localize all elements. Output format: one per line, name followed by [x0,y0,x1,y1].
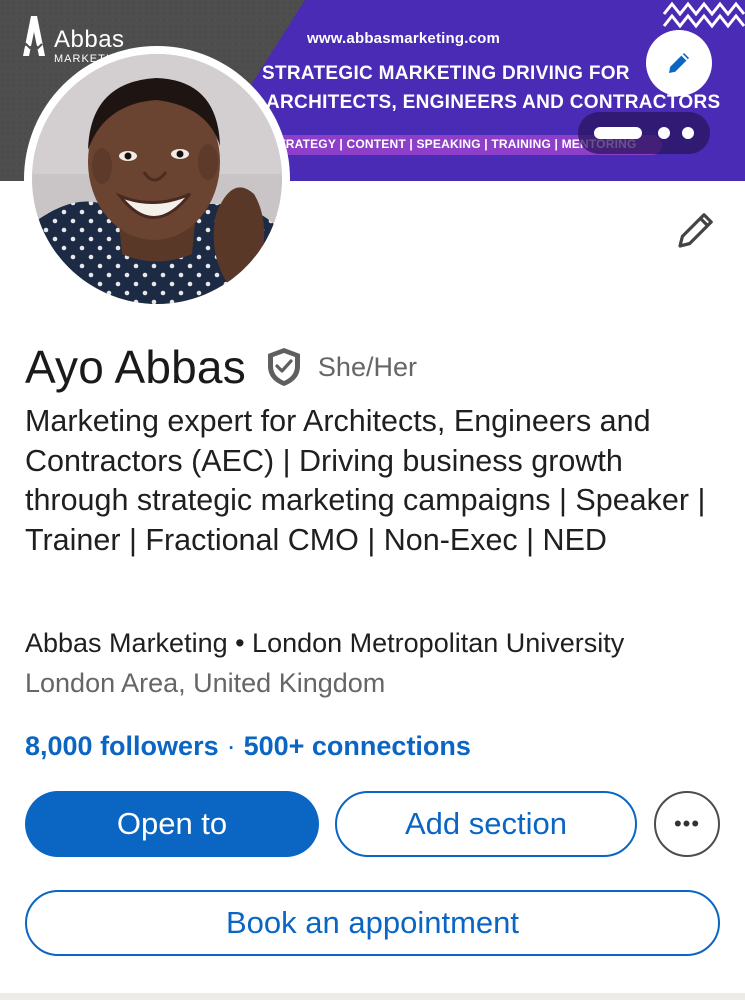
carousel-dot-active[interactable] [594,127,642,139]
banner-url: www.abbasmarketing.com [307,30,501,47]
add-section-button[interactable]: Add section [335,791,637,857]
network-stats: 8,000 followers · 500+ connections [25,731,471,762]
name-row: Ayo Abbas She/Her [25,340,417,394]
carousel-dot[interactable] [682,127,694,139]
edit-intro-pencil-icon[interactable] [672,206,720,254]
profile-photo[interactable] [24,46,290,312]
banner-carousel-indicator[interactable] [578,112,710,154]
more-icon: ••• [673,811,701,836]
profile-location: London Area, United Kingdom [25,668,386,698]
verified-shield-icon[interactable] [264,346,304,388]
banner-headline-1: STRATEGIC MARKETING DRIVING FOR [262,63,630,84]
banner-headline-2: ARCHITECTS, ENGINEERS AND CONTRACTORS [266,92,721,113]
pencil-icon [669,53,689,73]
open-to-button[interactable]: Open to [25,791,319,857]
more-options-button[interactable]: ••• [654,791,720,857]
logo-mark-icon [21,16,45,56]
profile-headline: Marketing expert for Architects, Enginee… [25,404,706,557]
stats-separator: · [226,731,236,761]
section-divider [0,993,745,1000]
followers-link[interactable]: 8,000 followers [25,731,219,761]
profile-organizations[interactable]: Abbas Marketing • London Metropolitan Un… [25,628,624,659]
profile-photo-image [32,54,282,304]
logo-name: Abbas [54,26,125,53]
profile-pronouns: She/Her [317,351,417,382]
edit-banner-button[interactable] [646,30,712,96]
book-appointment-button[interactable]: Book an appointment [25,890,720,956]
carousel-dot[interactable] [658,127,670,139]
connections-link[interactable]: 500+ connections [244,731,471,761]
profile-name: Ayo Abbas [25,341,246,393]
